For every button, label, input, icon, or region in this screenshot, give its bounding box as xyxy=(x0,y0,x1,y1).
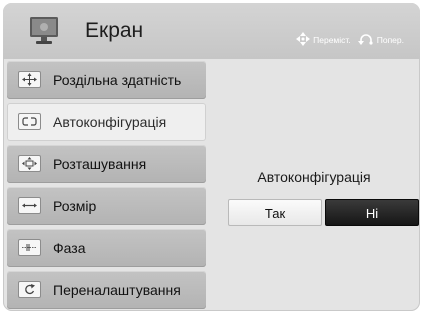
yes-button[interactable]: Так xyxy=(228,199,322,226)
menu-item-label: Розташування xyxy=(53,156,147,172)
menu-item-label: Роздільна здатність xyxy=(53,72,182,88)
auto-config-panel: Автоконфігурація Так Ні xyxy=(208,61,420,311)
position-icon xyxy=(18,155,41,172)
hint-move-label: Переміст. xyxy=(313,35,351,45)
menu-item-phase[interactable]: Фаза xyxy=(7,229,206,267)
menu-item-auto-config[interactable]: Автоконфігурація xyxy=(7,103,206,141)
osd-window: Екран Переміст. Попер. Роздільна здатніс… xyxy=(3,3,420,311)
panel-title: Автоконфігурація xyxy=(257,169,371,185)
navigation-hints: Переміст. Попер. xyxy=(296,32,404,48)
auto-config-icon xyxy=(18,113,41,130)
size-icon xyxy=(18,197,41,214)
menu-item-label: Переналаштування xyxy=(53,282,181,298)
monitor-icon xyxy=(29,16,59,45)
resolution-icon xyxy=(18,71,41,88)
menu-item-resolution[interactable]: Роздільна здатність xyxy=(7,61,206,99)
page-title: Екран xyxy=(85,19,144,42)
header-bar: Екран Переміст. Попер. xyxy=(3,3,420,59)
menu-item-position[interactable]: Розташування xyxy=(7,145,206,183)
menu-item-reset[interactable]: Переналаштування xyxy=(7,271,206,309)
hint-back-label: Попер. xyxy=(376,35,404,45)
menu-item-label: Розмір xyxy=(53,198,97,214)
move-arrows-icon xyxy=(296,32,311,48)
settings-menu: Роздільна здатність Автоконфігурація Роз… xyxy=(7,61,206,311)
phase-icon xyxy=(18,239,41,256)
menu-item-label: Фаза xyxy=(53,240,86,256)
return-icon xyxy=(357,33,374,47)
no-button[interactable]: Ні xyxy=(325,199,419,226)
reset-icon xyxy=(18,281,41,298)
menu-item-label: Автоконфігурація xyxy=(53,114,167,130)
menu-item-size[interactable]: Розмір xyxy=(7,187,206,225)
